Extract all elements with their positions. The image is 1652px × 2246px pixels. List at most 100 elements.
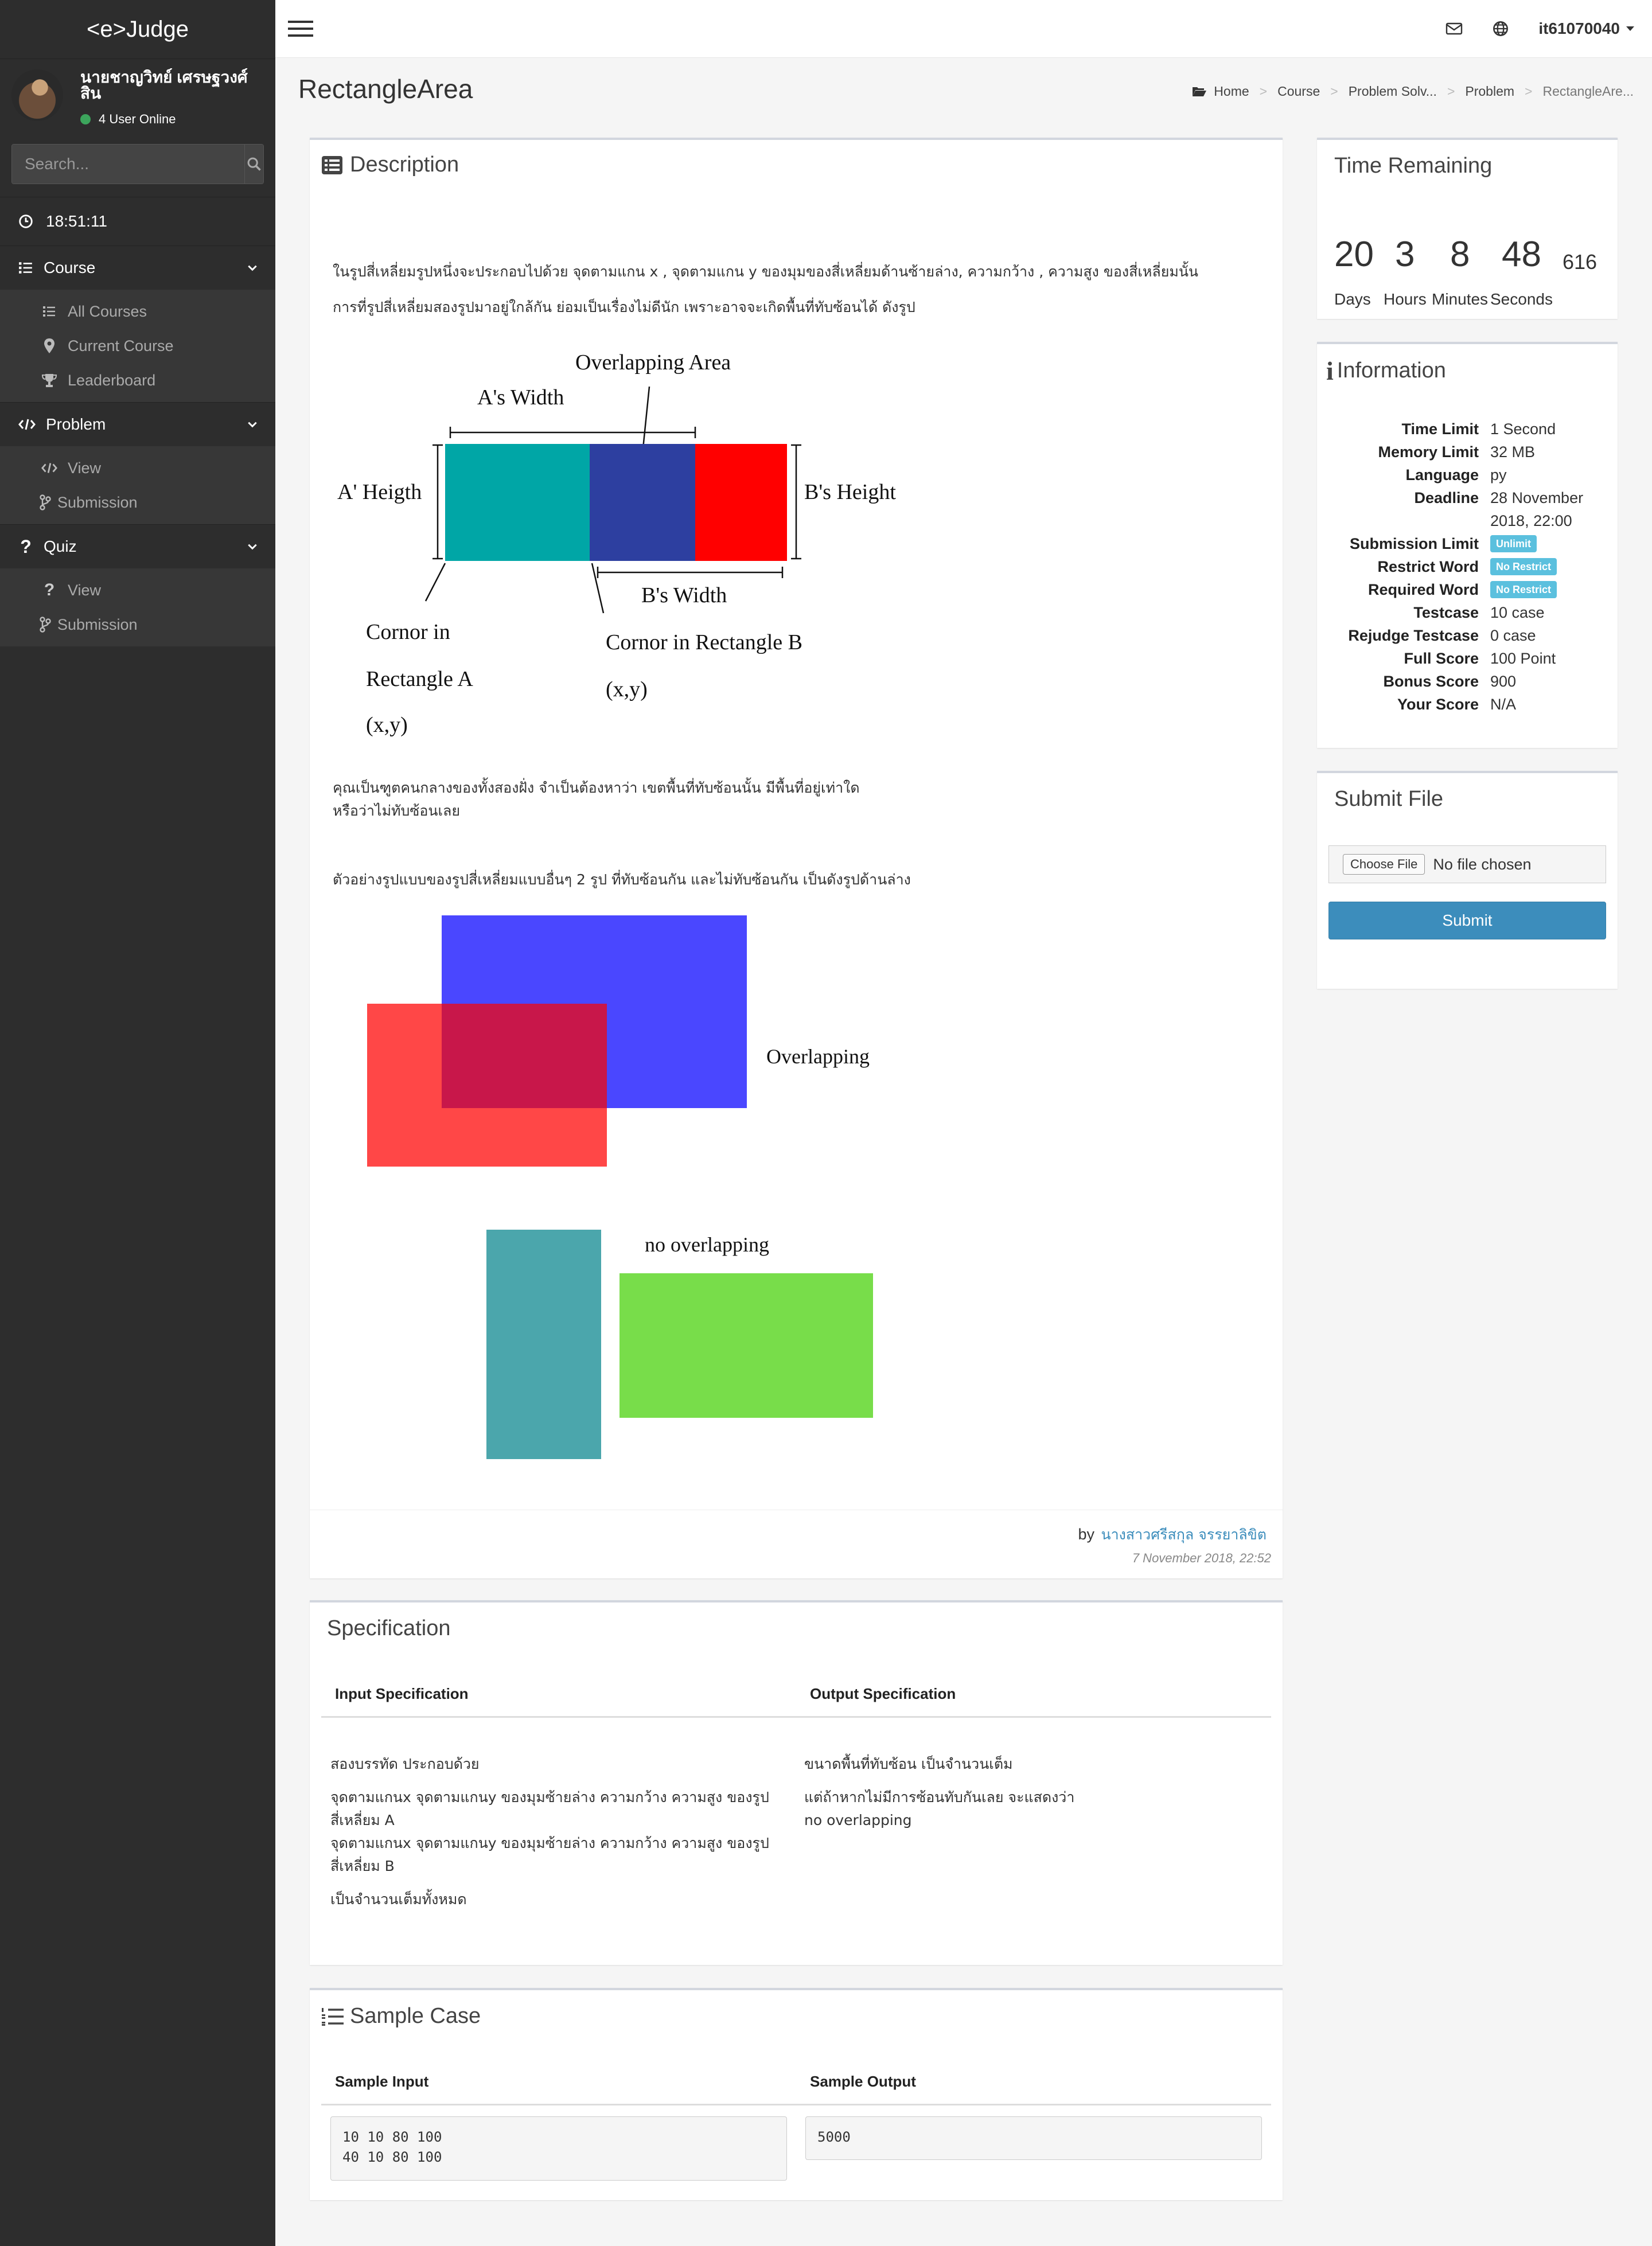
info-key: Time Limit <box>1401 420 1479 438</box>
by-label: by <box>1078 1526 1095 1543</box>
sidebar-item-problem-view[interactable]: View <box>0 451 275 485</box>
sidebar-item-label: View <box>68 581 102 599</box>
info-key: Language <box>1405 466 1479 483</box>
information-box: i Information Time Limit 1 Second Memory L… <box>1317 342 1618 748</box>
corner-b-label-1: Cornor in Rectangle B <box>606 630 802 654</box>
info-key: Required Word <box>1367 581 1479 598</box>
nav-problem: Problem View Submission <box>0 402 275 524</box>
submit-button[interactable]: Submit <box>1328 902 1606 939</box>
map-marker-icon <box>44 338 54 353</box>
info-row: Restrict Word No Restrict <box>1317 555 1618 578</box>
list-icon <box>43 306 55 317</box>
description-para2-line1: คุณเป็นฑูตคนกลางของทั้งสองฝั่ง จำเป็นต้อ… <box>333 779 860 796</box>
corner-a-label-3: (x,y) <box>366 713 408 736</box>
code-branch-icon <box>40 617 51 633</box>
user-menu[interactable]: it61070040 <box>1538 20 1635 38</box>
input-spec-line: เป็นจำนวนเต็มทั้งหมด <box>330 1891 467 1908</box>
info-icon: i <box>1326 356 1334 385</box>
avatar <box>11 69 63 121</box>
clock-icon <box>19 215 33 228</box>
sidebar-item-label: Current Course <box>68 337 174 354</box>
sample-case-header: Sample Case <box>321 2004 481 2029</box>
author-line: by นางสาวศรีสกุล จรรยาลิขิต <box>1078 1523 1267 1546</box>
info-row: Full Score 100 Point <box>1317 647 1618 670</box>
nav-quiz-header[interactable]: ? Quiz <box>0 524 275 568</box>
time-remaining-box: Time Remaining 20 3 8 48 616 Days Hours … <box>1317 138 1618 319</box>
corner-a-label-2: Rectangle A <box>366 667 473 691</box>
no-overlapping-label: no overlapping <box>645 1233 769 1256</box>
nav-course-label: Course <box>44 259 96 276</box>
language-button[interactable] <box>1493 21 1509 37</box>
info-value: 100 Point <box>1490 650 1556 667</box>
breadcrumb-problem-solving[interactable]: Problem Solv... <box>1349 84 1437 99</box>
breadcrumb-course[interactable]: Course <box>1277 84 1320 99</box>
messages-button[interactable] <box>1446 22 1463 36</box>
submit-file-box: Submit File Choose File No file chosen S… <box>1317 771 1618 989</box>
sidebar-item-quiz-view[interactable]: ? View <box>0 573 275 607</box>
author-link[interactable]: นางสาวศรีสกุล จรรยาลิขิต <box>1101 1526 1267 1543</box>
file-input[interactable]: Choose File No file chosen <box>1328 845 1606 883</box>
output-spec-text: ขนาดพื้นที่ทับซ้อน เป็นจำนวนเต็ม แต่ถ้าห… <box>804 1753 1263 1832</box>
app-logo[interactable]: <e>Judge <box>0 0 275 59</box>
user-online-status: 4 User Online <box>80 112 264 127</box>
chevron-down-icon <box>248 544 257 550</box>
sidebar-item-leaderboard[interactable]: Leaderboard <box>0 363 275 397</box>
description-para1-line2: การที่รูปสี่เหลี่ยมสองรูปมาอยู่ใกล้กัน ย… <box>333 299 915 315</box>
information-list: Time Limit 1 Second Memory Limit 32 MB Langu… <box>1317 418 1618 716</box>
countdown-seconds: 48 <box>1502 235 1541 274</box>
question-icon: ? <box>20 536 32 557</box>
submit-file-title: Submit File <box>1334 787 1444 811</box>
info-badge: No Restrict <box>1490 558 1557 575</box>
info-badge: No Restrict <box>1490 581 1557 598</box>
hours-label: Hours <box>1384 290 1427 308</box>
online-count: 4 User Online <box>99 112 176 126</box>
countdown-ms: 616 <box>1563 250 1598 274</box>
sample-output-block[interactable]: 5000 <box>805 2116 1262 2160</box>
example-teal-rect <box>486 1230 601 1459</box>
countdown-days: 20 <box>1334 235 1374 274</box>
breadcrumb-home[interactable]: Home <box>1214 84 1249 99</box>
b-width-label: B's Width <box>641 583 727 607</box>
nav-problem-header[interactable]: Problem <box>0 402 275 446</box>
example-green-rect <box>620 1273 873 1418</box>
nav-quiz: ? Quiz ? View Submission <box>0 524 275 646</box>
sidebar-item-label: Leaderboard <box>68 371 156 389</box>
code-branch-icon <box>40 494 51 510</box>
info-value: 28 November 2018, 22:00 <box>1490 489 1584 529</box>
description-header: Description <box>321 153 459 177</box>
sample-output-header: Sample Output <box>810 2073 916 2090</box>
online-dot-icon <box>80 114 91 124</box>
sidebar-item-current-course[interactable]: Current Course <box>0 329 275 363</box>
description-para1-line1: ในรูปสี่เหลี่ยมรูปหนึ่งจะประกอบไปด้วย จุ… <box>333 263 1198 280</box>
description-title: Description <box>350 153 459 177</box>
sidebar-item-quiz-submission[interactable]: Submission <box>0 607 275 642</box>
sidebar-item-all-courses[interactable]: All Courses <box>0 294 275 329</box>
nav-course-header[interactable]: Course <box>0 245 275 290</box>
info-row: Time Limit 1 Second <box>1317 418 1618 440</box>
search-button[interactable] <box>244 145 263 184</box>
info-row: Bonus Score 900 <box>1317 670 1618 693</box>
info-value: N/A <box>1490 696 1517 713</box>
overlapping-label: Overlapping <box>766 1045 870 1068</box>
search-icon <box>247 157 261 171</box>
question-icon: ? <box>44 580 55 599</box>
info-value: 1 Second <box>1490 420 1556 438</box>
sidebar-search <box>11 144 264 184</box>
info-value: 32 MB <box>1490 443 1536 461</box>
user-name: นายชาญวิทย์ เศรษฐวงศ์สิน <box>80 68 248 102</box>
countdown-hours: 3 <box>1395 235 1415 274</box>
sidebar-item-problem-submission[interactable]: Submission <box>0 485 275 520</box>
rectangle-a <box>445 444 590 561</box>
seconds-label: Seconds <box>1490 290 1553 308</box>
rectangle-b <box>695 444 787 561</box>
info-key: Rejudge Testcase <box>1348 627 1479 644</box>
info-key: Restrict Word <box>1377 558 1479 575</box>
user-menu-label: it61070040 <box>1538 20 1620 37</box>
search-input[interactable] <box>12 145 244 184</box>
sample-input-block[interactable]: 10 10 80 100 40 10 80 100 <box>330 2116 787 2181</box>
choose-file-button[interactable]: Choose File <box>1343 854 1425 875</box>
server-clock: 18:51:11 <box>0 197 275 245</box>
breadcrumb-problem[interactable]: Problem <box>1465 84 1514 99</box>
code-icon <box>18 419 36 430</box>
sidebar-toggle-button[interactable] <box>288 16 313 41</box>
